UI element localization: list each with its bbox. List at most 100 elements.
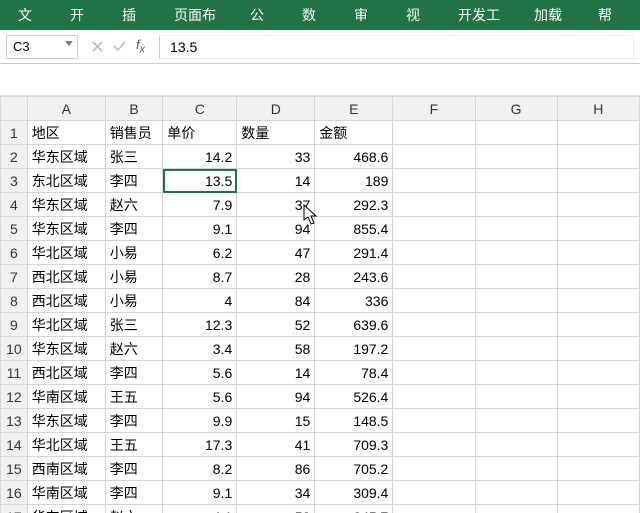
cell[interactable]	[393, 337, 475, 361]
col-header-D[interactable]: D	[237, 97, 315, 121]
row-header[interactable]: 17	[1, 505, 28, 513]
select-all-corner[interactable]	[1, 97, 28, 121]
cancel-icon[interactable]	[92, 41, 103, 52]
cell[interactable]: 西北区域	[27, 265, 105, 289]
cell[interactable]: 西北区域	[27, 289, 105, 313]
cell[interactable]: 华东区域	[27, 505, 105, 513]
cell[interactable]: 9.1	[163, 217, 237, 241]
cell[interactable]: 94	[237, 385, 315, 409]
col-header-F[interactable]: F	[393, 97, 475, 121]
cell[interactable]	[475, 505, 557, 513]
cell[interactable]: 华南区域	[27, 385, 105, 409]
tab-addins[interactable]: 加载项	[520, 0, 584, 30]
col-header-C[interactable]: C	[163, 97, 237, 121]
row-header[interactable]: 7	[1, 265, 28, 289]
tab-help[interactable]: 帮助	[584, 0, 636, 30]
cell[interactable]	[393, 409, 475, 433]
cell[interactable]: 4.1	[163, 505, 237, 513]
cell[interactable]	[393, 241, 475, 265]
tab-pagelayout[interactable]: 页面布局	[160, 0, 236, 30]
cell[interactable]	[475, 313, 557, 337]
row-header[interactable]: 14	[1, 433, 28, 457]
cell[interactable]: 李四	[105, 457, 163, 481]
cell[interactable]: 华南区域	[27, 481, 105, 505]
cell[interactable]: 709.3	[315, 433, 393, 457]
cell[interactable]: 4	[163, 289, 237, 313]
cell[interactable]: 数量	[237, 121, 315, 145]
cell[interactable]	[393, 193, 475, 217]
cell[interactable]: 189	[315, 169, 393, 193]
cell[interactable]	[475, 121, 557, 145]
cell[interactable]	[393, 169, 475, 193]
cell[interactable]: 9.1	[163, 481, 237, 505]
row-header[interactable]: 13	[1, 409, 28, 433]
cell[interactable]	[557, 145, 639, 169]
cell[interactable]	[557, 409, 639, 433]
cell[interactable]: 58	[237, 337, 315, 361]
cell[interactable]	[475, 265, 557, 289]
fx-icon[interactable]: fx	[136, 37, 145, 56]
cell[interactable]: 销售员	[105, 121, 163, 145]
cell[interactable]: 292.3	[315, 193, 393, 217]
cell[interactable]: 西南区域	[27, 457, 105, 481]
cell[interactable]	[393, 313, 475, 337]
row-header[interactable]: 16	[1, 481, 28, 505]
cell[interactable]: 291.4	[315, 241, 393, 265]
cell[interactable]	[475, 241, 557, 265]
row-header[interactable]: 12	[1, 385, 28, 409]
cell[interactable]: 309.4	[315, 481, 393, 505]
cell[interactable]: 王五	[105, 385, 163, 409]
row-header[interactable]: 3	[1, 169, 28, 193]
cell[interactable]: 52	[237, 313, 315, 337]
cell[interactable]: 17.3	[163, 433, 237, 457]
tab-formulas[interactable]: 公式	[236, 0, 288, 30]
cell[interactable]: 地区	[27, 121, 105, 145]
cell[interactable]: 赵六	[105, 193, 163, 217]
cell[interactable]: 单价	[163, 121, 237, 145]
cell[interactable]	[393, 289, 475, 313]
cell[interactable]	[393, 385, 475, 409]
cell[interactable]: 14	[237, 361, 315, 385]
cell[interactable]	[393, 145, 475, 169]
cell[interactable]	[557, 433, 639, 457]
cell[interactable]: 9.9	[163, 409, 237, 433]
cell[interactable]: 13.5	[163, 169, 237, 193]
cell[interactable]: 28	[237, 265, 315, 289]
cell[interactable]	[475, 337, 557, 361]
cell[interactable]: 86	[237, 457, 315, 481]
cell[interactable]: 李四	[105, 169, 163, 193]
cell[interactable]	[475, 481, 557, 505]
formula-input[interactable]: 13.5	[159, 35, 634, 59]
cell[interactable]: 468.6	[315, 145, 393, 169]
cell[interactable]: 3.4	[163, 337, 237, 361]
cell[interactable]: 华东区域	[27, 193, 105, 217]
cell[interactable]	[557, 193, 639, 217]
cell[interactable]	[475, 145, 557, 169]
row-header[interactable]: 2	[1, 145, 28, 169]
cell[interactable]: 西北区域	[27, 361, 105, 385]
cell[interactable]: 金额	[315, 121, 393, 145]
name-box[interactable]: C3	[6, 35, 78, 59]
cell[interactable]	[557, 241, 639, 265]
cell[interactable]	[557, 169, 639, 193]
cell[interactable]: 华东区域	[27, 409, 105, 433]
cell[interactable]	[393, 361, 475, 385]
cell[interactable]: 张三	[105, 145, 163, 169]
cell[interactable]	[557, 385, 639, 409]
cell[interactable]	[475, 409, 557, 433]
col-header-H[interactable]: H	[557, 97, 639, 121]
cell[interactable]	[557, 217, 639, 241]
tab-developer[interactable]: 开发工具	[444, 0, 520, 30]
spreadsheet[interactable]: A B C D E F G H 1地区销售员单价数量金额2华东区域张三14.23…	[0, 96, 640, 513]
col-header-B[interactable]: B	[105, 97, 163, 121]
cell[interactable]	[557, 361, 639, 385]
tab-home[interactable]: 开始	[56, 0, 108, 30]
cell[interactable]: 34	[237, 481, 315, 505]
tab-review[interactable]: 审阅	[340, 0, 392, 30]
cell[interactable]	[557, 505, 639, 513]
cell[interactable]: 15	[237, 409, 315, 433]
cell[interactable]	[393, 505, 475, 513]
cell[interactable]: 小易	[105, 289, 163, 313]
cell[interactable]: 526.4	[315, 385, 393, 409]
cell[interactable]: 94	[237, 217, 315, 241]
